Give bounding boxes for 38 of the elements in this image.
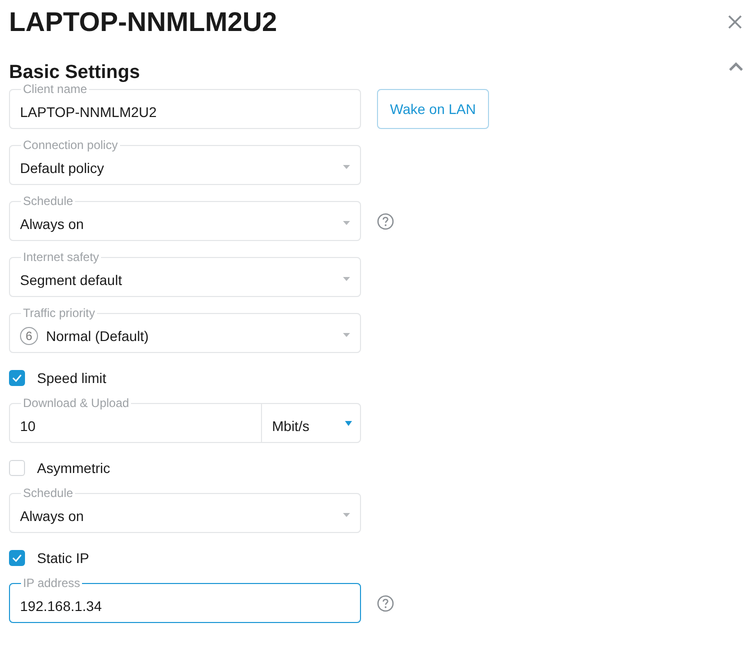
checkbox-label: Speed limit (37, 370, 106, 386)
field-value: Always on (20, 216, 85, 232)
field-label: IP address (21, 576, 82, 590)
collapse-icon[interactable] (728, 62, 744, 72)
priority-badge: 6 (20, 327, 38, 345)
close-icon[interactable] (728, 15, 742, 29)
field-label: Schedule (21, 194, 76, 208)
checkbox[interactable] (9, 550, 25, 566)
field-label: Download & Upload (21, 396, 132, 410)
checkbox[interactable] (9, 370, 25, 386)
field-value: 10 (20, 418, 37, 434)
caret-icon (345, 420, 352, 426)
field-label: Schedule (21, 486, 76, 500)
help-icon[interactable] (377, 212, 394, 230)
field-label: Traffic priority (21, 306, 98, 320)
caret-icon (343, 221, 350, 225)
checkbox-label: Asymmetric (37, 460, 110, 476)
field-value: Normal (Default) (46, 328, 150, 344)
field-label: Client name (21, 82, 90, 96)
checkmark-icon (12, 374, 22, 382)
client-title: LAPTOP-NNMLM2U2 (9, 6, 278, 38)
unit-value: Mbit/s (272, 418, 310, 434)
field-value: Default policy (20, 160, 106, 176)
caret-icon (343, 333, 350, 337)
field-label: Internet safety (21, 250, 102, 264)
section-title: Basic Settings (9, 62, 140, 84)
field-value: Always on (20, 508, 85, 524)
field-value: LAPTOP-NNMLM2U2 (20, 104, 158, 120)
caret-icon (343, 277, 350, 281)
caret-icon (343, 513, 350, 517)
unit-dropdown[interactable]: Mbit/s (261, 404, 360, 442)
field-label: Connection policy (21, 138, 120, 152)
checkbox-label: Static IP (37, 550, 90, 566)
field-value: 192.168.1.34 (20, 598, 103, 614)
help-icon[interactable] (377, 594, 394, 612)
checkmark-icon (12, 554, 22, 562)
caret-icon (343, 165, 350, 169)
field-value: Segment default (20, 272, 123, 288)
